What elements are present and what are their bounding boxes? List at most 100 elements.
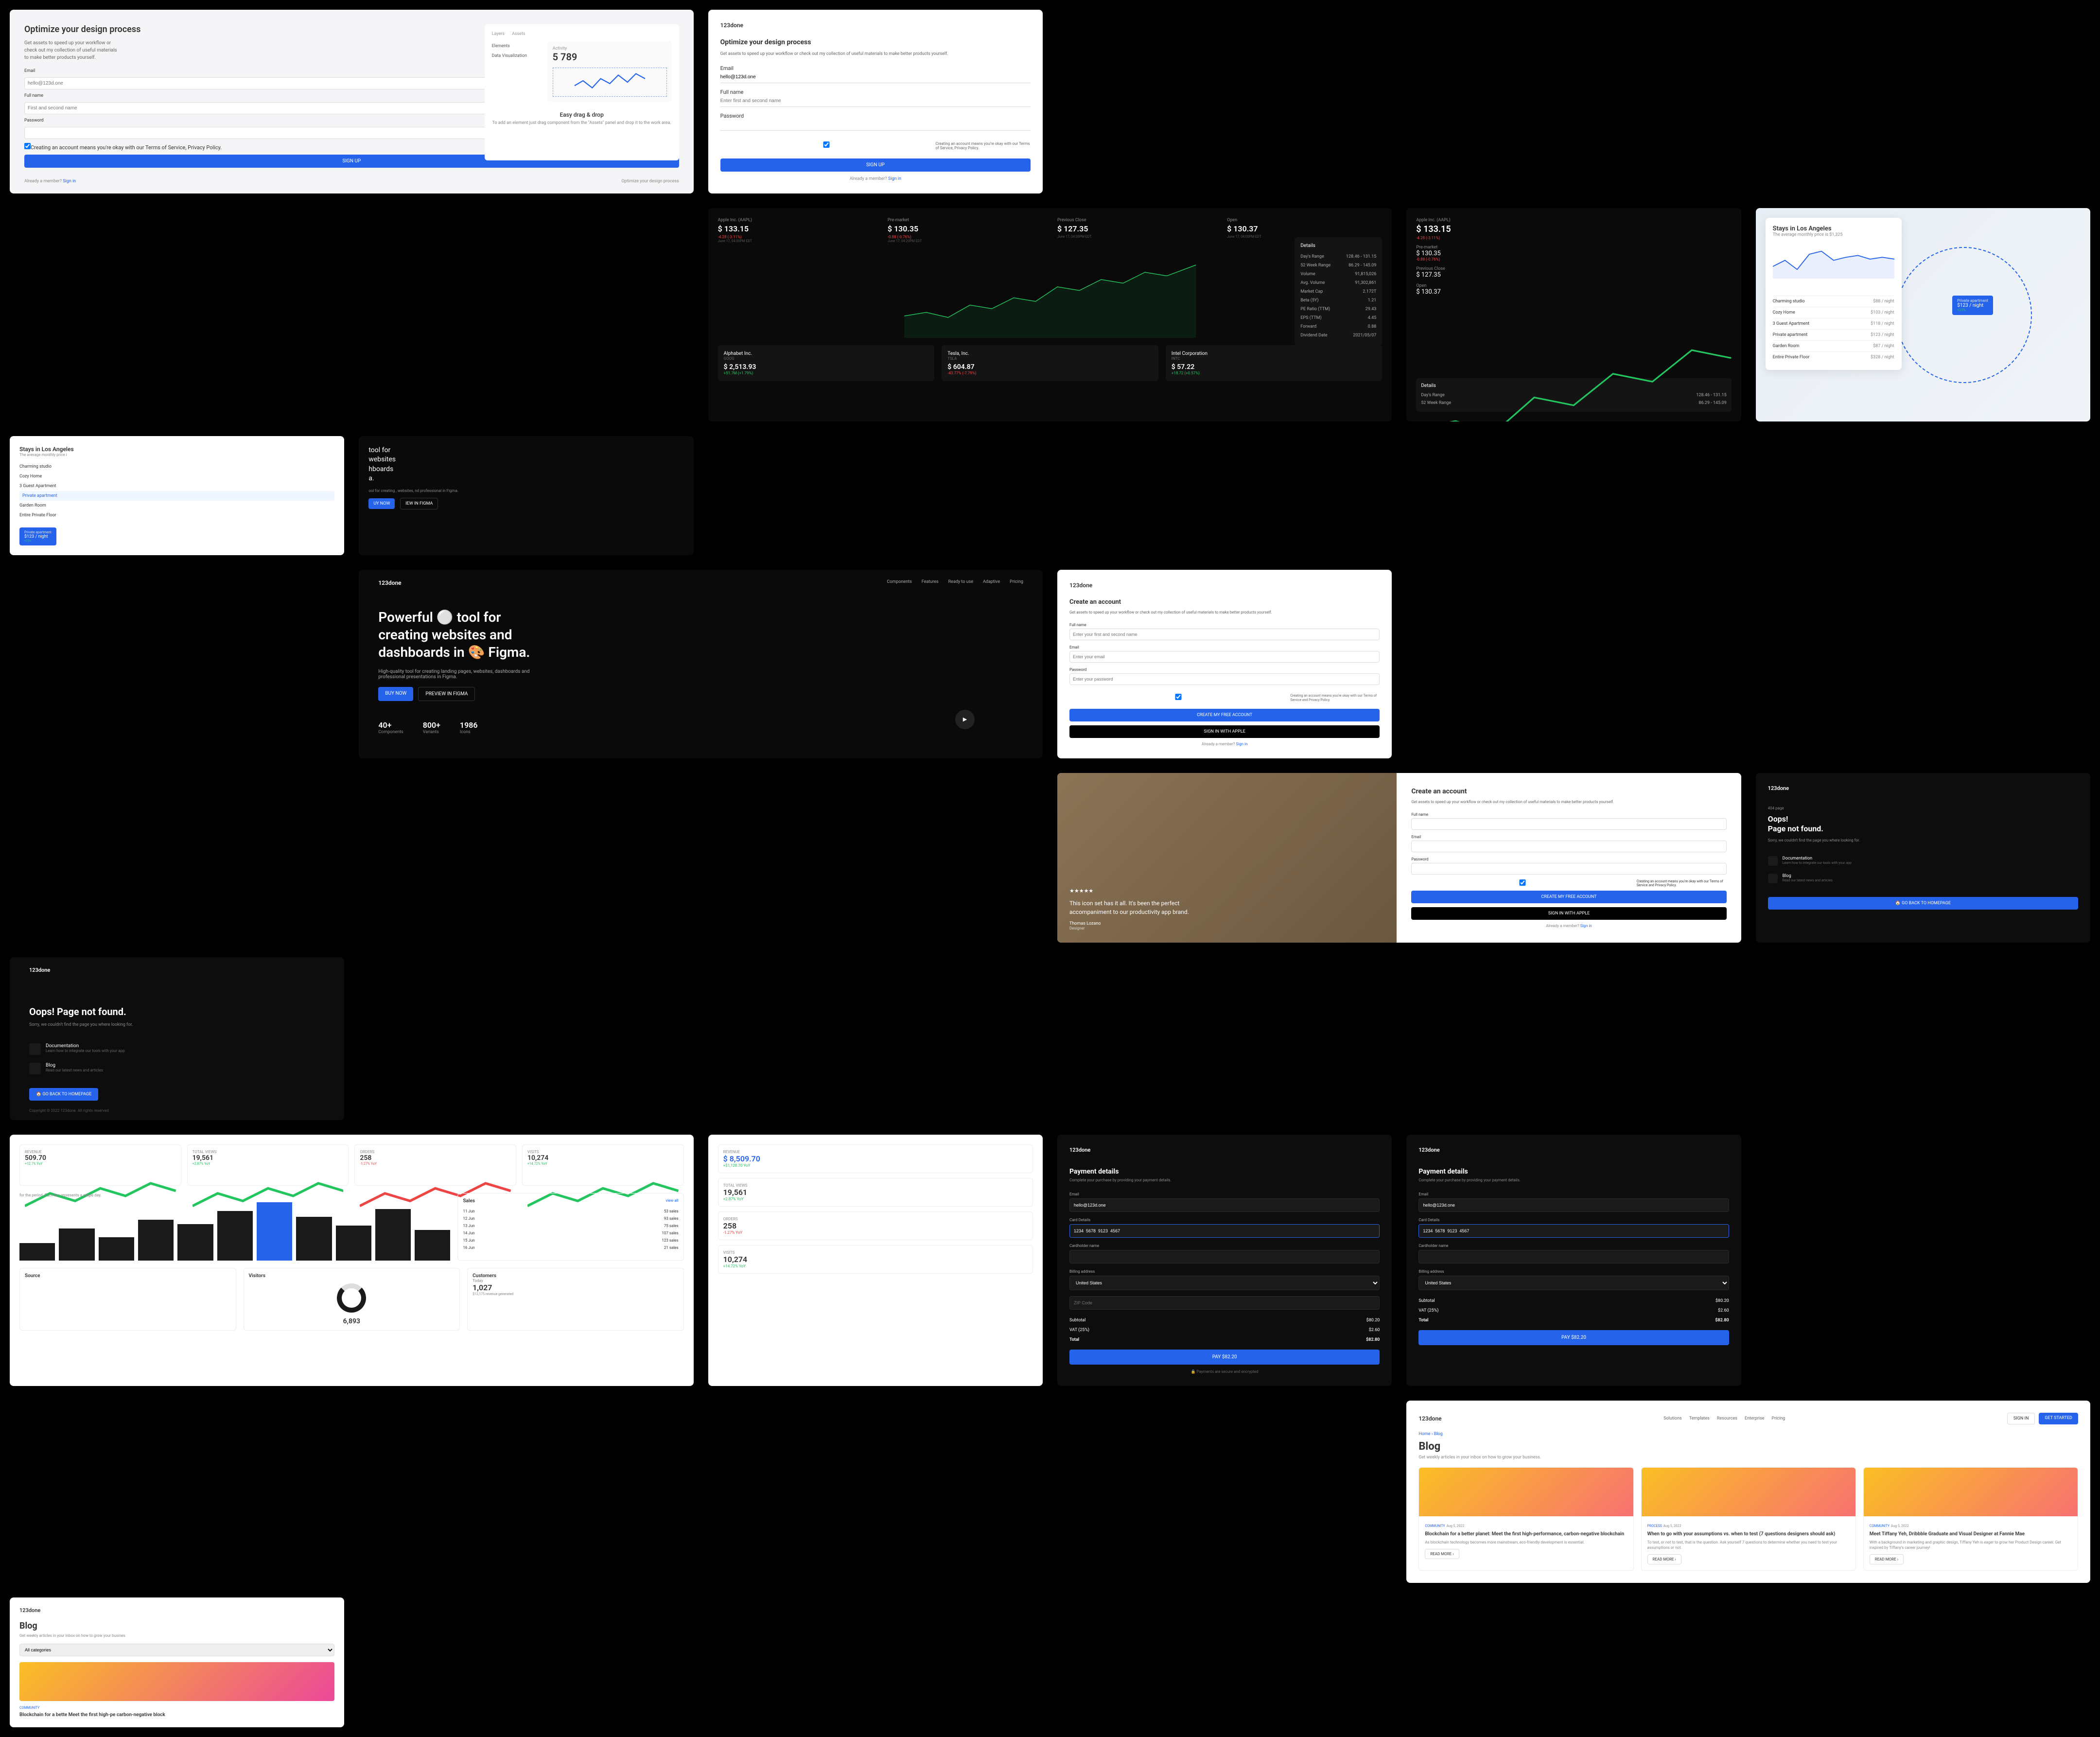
- nav-item[interactable]: Adaptive: [983, 579, 1000, 584]
- preview-button[interactable]: IEW IN FIGMA: [400, 498, 438, 509]
- list-item[interactable]: Entire Private Floor: [19, 510, 334, 520]
- ticker[interactable]: Pre-market$ 130.35-0.88 (-0.76%)June 17,…: [888, 218, 1043, 243]
- stock-chart: [718, 250, 1382, 338]
- email-input[interactable]: [1069, 1198, 1380, 1212]
- metric-card: VISITS10,274+14.72% YoY: [718, 1245, 1033, 1274]
- password-input[interactable]: [1411, 863, 1726, 875]
- sale-row: 12 Jun93 sales: [463, 1215, 678, 1222]
- pay-button[interactable]: PAY $82.20: [1418, 1330, 1729, 1345]
- sidebar-item-dataviz[interactable]: Data Visualization: [492, 51, 541, 61]
- stock-card[interactable]: Tesla, Inc.TSLA$ 604.87-43.77% (-7.79%): [942, 345, 1158, 381]
- country-select[interactable]: United States: [1069, 1276, 1380, 1290]
- buy-button[interactable]: UY NOW: [368, 498, 395, 509]
- fullname-input[interactable]: [1411, 818, 1726, 830]
- read-more-button[interactable]: READ MORE ›: [1870, 1554, 1904, 1564]
- list-item[interactable]: Cozy Home: [19, 472, 334, 481]
- home-button[interactable]: 🏠 GO BACK TO HOMEPAGE: [1768, 897, 2078, 910]
- create-account-button[interactable]: CREATE MY FREE ACCOUNT: [1411, 891, 1726, 903]
- nav-item[interactable]: Ready to use: [948, 579, 973, 584]
- password-input[interactable]: [1069, 673, 1380, 685]
- nav-item[interactable]: Components: [887, 579, 911, 584]
- list-item[interactable]: Private apartment$123 / night: [1773, 329, 1894, 340]
- view-all-link[interactable]: view all: [665, 1198, 678, 1204]
- blog-post[interactable]: COMMUNITY Aug 5, 2022Blockchain for a be…: [1418, 1467, 1633, 1571]
- consent-checkbox[interactable]: [24, 143, 31, 149]
- signup-card-light: Optimize your design process Get assets …: [10, 10, 694, 193]
- list-item[interactable]: Garden Room$87 / night: [1773, 340, 1894, 351]
- play-button[interactable]: ▶: [955, 710, 975, 729]
- password-input[interactable]: [720, 119, 1031, 131]
- list-item[interactable]: Garden Room: [19, 501, 334, 510]
- nav-item[interactable]: Features: [922, 579, 939, 584]
- email-input[interactable]: [1069, 651, 1380, 663]
- card-input[interactable]: [1418, 1224, 1729, 1238]
- email-input[interactable]: [1411, 841, 1726, 852]
- nav-item[interactable]: Pricing: [1772, 1416, 1785, 1421]
- design-canvas: Layers Assets Elements Data Visualizatio…: [485, 24, 679, 160]
- list-item[interactable]: Charming studio$88 / night: [1773, 296, 1894, 307]
- signin-link[interactable]: Sign in: [1580, 924, 1592, 928]
- nav-item[interactable]: Solutions: [1663, 1416, 1682, 1421]
- home-button[interactable]: 🏠 GO BACK TO HOMEPAGE: [29, 1088, 98, 1101]
- blog-link[interactable]: BlogRead our latest news and articles: [1768, 870, 2078, 887]
- blog-link[interactable]: BlogRead our latest news and articles: [29, 1059, 325, 1078]
- logo: 123done: [29, 967, 50, 973]
- nav-item[interactable]: Templates: [1689, 1416, 1710, 1421]
- signin-link[interactable]: Sign in: [1236, 742, 1247, 746]
- read-more-button[interactable]: READ MORE ›: [1425, 1549, 1459, 1559]
- fullname-input[interactable]: [720, 95, 1031, 107]
- pay-button[interactable]: PAY $82.20: [1069, 1350, 1380, 1365]
- blog-post[interactable]: PROCESS Aug 5, 2022When to go with your …: [1641, 1467, 1856, 1571]
- metric-card: ORDERS258-1.27% YoY: [354, 1144, 516, 1186]
- signup-button[interactable]: SIGN UP: [720, 158, 1031, 172]
- ticker[interactable]: Apple Inc. (AAPL)$ 133.15-4.28 (-3.11%)J…: [718, 218, 873, 243]
- getstarted-button[interactable]: GET STARTED: [2039, 1413, 2078, 1424]
- blog-post[interactable]: COMMUNITY Aug 5, 2022Meet Tiffany Yeh, D…: [1863, 1467, 2078, 1571]
- map-pin[interactable]: Private apartment $123 / night +23%: [19, 527, 56, 545]
- list-item[interactable]: Charming studio: [19, 462, 334, 472]
- stock-card[interactable]: Intel CorporationINTC$ 57.22+18.72 (+0.5…: [1166, 345, 1382, 381]
- country-select[interactable]: United States: [1418, 1276, 1729, 1290]
- list-item[interactable]: Entire Private Floor$328 / night: [1773, 351, 1894, 363]
- metric-card: REVENUE509.70+12.7% YoY: [19, 1144, 181, 1186]
- fullname-input[interactable]: [1069, 629, 1380, 640]
- apple-signin-button[interactable]: SIGN IN WITH APPLE: [1069, 725, 1380, 738]
- create-account-button[interactable]: CREATE MY FREE ACCOUNT: [1069, 709, 1380, 721]
- docs-link[interactable]: DocumentationLearn how to integrate our …: [1768, 852, 2078, 870]
- breadcrumb[interactable]: Home › Blog: [1418, 1432, 2078, 1437]
- consent-checkbox[interactable]: [720, 141, 933, 148]
- cardholder-input[interactable]: [1069, 1250, 1380, 1263]
- tab-assets[interactable]: Assets: [512, 32, 525, 36]
- email-input[interactable]: [720, 71, 1031, 83]
- map-pin[interactable]: Private apartment $123 / night +23%: [1952, 296, 1993, 315]
- list-item[interactable]: 3 Guest Apartment: [19, 481, 334, 491]
- list-item-selected[interactable]: Private apartment: [19, 491, 334, 501]
- tab-layers[interactable]: Layers: [492, 32, 505, 36]
- nav-item[interactable]: Enterprise: [1745, 1416, 1765, 1421]
- email-input[interactable]: [1418, 1198, 1729, 1212]
- card-input[interactable]: [1069, 1224, 1380, 1238]
- nav-item[interactable]: Resources: [1717, 1416, 1737, 1421]
- detail-row: Beta (5Y)1.21: [1300, 296, 1376, 305]
- consent-checkbox[interactable]: [1069, 694, 1287, 700]
- sidebar-item-elements[interactable]: Elements: [492, 41, 541, 51]
- read-more-button[interactable]: READ MORE ›: [1647, 1554, 1681, 1564]
- preview-button[interactable]: PREVIEW IN FIGMA: [418, 687, 475, 701]
- buy-button[interactable]: BUY NOW: [378, 687, 413, 701]
- visitors-widget: Visitors 6,893: [244, 1268, 460, 1331]
- consent-checkbox[interactable]: [1411, 879, 1633, 886]
- ticker[interactable]: Previous Close$ 127.35June 17, 04:00PM E…: [1057, 218, 1212, 243]
- apple-signin-button[interactable]: SIGN IN WITH APPLE: [1411, 907, 1726, 920]
- nav-item[interactable]: Pricing: [1010, 579, 1023, 584]
- docs-link[interactable]: DocumentationLearn how to integrate our …: [29, 1039, 325, 1059]
- list-item[interactable]: Cozy Home$103 / night: [1773, 307, 1894, 318]
- signin-link[interactable]: Sign in: [888, 176, 901, 181]
- activity-value: 5 789: [553, 51, 667, 63]
- signin-button[interactable]: SIGN IN: [2007, 1413, 2035, 1424]
- stock-card[interactable]: Alphabet Inc.GOOG$ 2,513.93+51.7M (+1.79…: [718, 345, 935, 381]
- list-item[interactable]: 3 Guest Apartment$118 / night: [1773, 318, 1894, 329]
- signin-link[interactable]: Sign in: [63, 179, 76, 184]
- zip-input[interactable]: [1069, 1296, 1380, 1310]
- category-select[interactable]: All categories: [19, 1644, 334, 1656]
- cardholder-input[interactable]: [1418, 1250, 1729, 1263]
